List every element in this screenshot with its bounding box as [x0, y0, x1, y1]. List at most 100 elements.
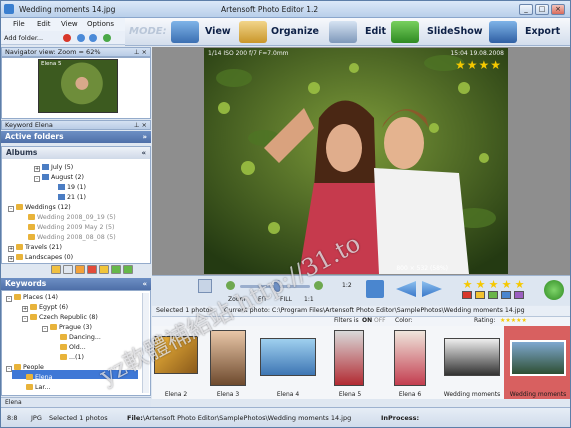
pin-icon[interactable]: ⊥ ×: [134, 48, 147, 57]
thumbnail-image: [444, 338, 500, 376]
edit-album-icon[interactable]: [75, 265, 85, 274]
photo-rating: ★★★★: [454, 58, 502, 72]
fullscreen-icon[interactable]: [366, 280, 384, 298]
tree-item[interactable]: ...(1): [60, 354, 84, 361]
zoom-one-to-one-button[interactable]: 1:1: [304, 296, 314, 303]
maximize-button[interactable]: □: [535, 4, 549, 15]
collapse-icon[interactable]: »: [142, 131, 147, 143]
delete-icon[interactable]: [63, 34, 71, 42]
photo-date: 15:04 19.08.2008: [450, 50, 504, 57]
slideshow-icon: [391, 21, 419, 43]
collapse-icon[interactable]: «: [142, 278, 147, 290]
expand-icon[interactable]: +: [22, 306, 28, 312]
tree-item[interactable]: Lar...: [26, 384, 50, 391]
pin-icon[interactable]: ⊥ ×: [134, 121, 147, 130]
tree-item[interactable]: - Prague (3): [42, 324, 92, 332]
tree-item[interactable]: 19 (1): [58, 184, 86, 191]
thumbnail-image: [260, 338, 316, 376]
rating-star-1[interactable]: ★: [462, 279, 473, 290]
collapse-icon[interactable]: -: [6, 296, 12, 302]
collapse-icon[interactable]: «: [141, 147, 146, 159]
tree-item-label: 21 (1): [67, 194, 86, 201]
folder-icon: [28, 224, 35, 230]
thumbnail[interactable]: Elena 3: [208, 328, 248, 398]
filter-on-button[interactable]: ON: [362, 317, 372, 325]
tree-item[interactable]: - August (2): [34, 174, 84, 182]
thumbnail[interactable]: Elena 5: [330, 328, 370, 398]
rating-star-5[interactable]: ★: [514, 279, 525, 290]
menu-edit[interactable]: Edit: [37, 20, 51, 28]
apply-album-icon[interactable]: [123, 265, 133, 274]
tree-item[interactable]: Wedding 2009 May 2 (5): [28, 224, 114, 231]
color-label-purple[interactable]: [514, 291, 524, 299]
keywords-header[interactable]: Keywords «: [1, 278, 151, 290]
folder-icon: [30, 314, 37, 320]
star-album-icon[interactable]: [99, 265, 109, 274]
mode-bar: MODE: View Organize Edit SlideShow Expor…: [125, 18, 570, 46]
rating-filter-stars[interactable]: ★★★★★: [500, 317, 527, 325]
new-album-icon[interactable]: [51, 265, 61, 274]
color-label-red[interactable]: [462, 291, 472, 299]
color-label-green[interactable]: [488, 291, 498, 299]
expand-icon[interactable]: +: [8, 246, 14, 252]
rating-star-3[interactable]: ★: [488, 279, 499, 290]
previous-photo-icon[interactable]: [396, 281, 416, 297]
minimize-button[interactable]: _: [519, 4, 533, 15]
back-icon[interactable]: [77, 34, 85, 42]
thumbnail[interactable]: Elena 6: [390, 328, 430, 398]
forward-icon[interactable]: [89, 34, 97, 42]
expand-icon[interactable]: +: [8, 256, 14, 262]
navigator-thumbnail[interactable]: Elena 5: [38, 59, 118, 113]
status-inprocess: InProcess:: [381, 414, 420, 422]
check-album-icon[interactable]: [111, 265, 121, 274]
active-folders-header[interactable]: Active folders »: [1, 131, 151, 143]
tree-item[interactable]: + Travels (21): [8, 244, 62, 252]
tree-item[interactable]: Old...: [60, 344, 86, 351]
filter-off-button[interactable]: OFF: [374, 317, 386, 325]
tree-item[interactable]: + Egypt (6): [22, 304, 68, 312]
app-icon: [4, 4, 14, 14]
expand-icon[interactable]: +: [34, 166, 40, 172]
folder-icon: [16, 254, 23, 260]
status-bar: 8:8 JPG Selected 1 photos File: \Artenso…: [1, 407, 570, 427]
thumbnail-selected[interactable]: Wedding moments: [506, 328, 570, 398]
collapse-icon[interactable]: -: [34, 176, 40, 182]
albums-header[interactable]: Albums «: [2, 147, 150, 159]
close-button[interactable]: ×: [551, 4, 565, 15]
refresh-icon[interactable]: [103, 34, 111, 42]
thumbnail[interactable]: Elena 4: [258, 328, 318, 398]
keyword-elena-header: Keyword Elena ⊥ ×: [1, 120, 151, 130]
menu-file[interactable]: File: [13, 20, 25, 28]
photo-viewer[interactable]: 1/14 ISO 200 f/7 F=7.0mm 15:04 19.08.200…: [152, 47, 570, 275]
color-label-blue[interactable]: [501, 291, 511, 299]
thumbnail[interactable]: Wedding moments: [442, 328, 502, 398]
rating-star-4[interactable]: ★: [501, 279, 512, 290]
mode-export-label: Export: [525, 26, 561, 37]
tree-item[interactable]: Wedding 2008_09_19 (5): [28, 214, 116, 221]
collapse-icon[interactable]: -: [42, 326, 48, 332]
status-selected: Selected 1 photos: [49, 414, 108, 422]
sub-album-icon[interactable]: [63, 265, 73, 274]
menu-options[interactable]: Options: [87, 20, 114, 28]
tree-item-selected[interactable]: Elena: [26, 374, 52, 381]
play-icon[interactable]: [544, 280, 564, 300]
tree-item[interactable]: 21 (1): [58, 194, 86, 201]
tree-item[interactable]: + July (5): [34, 164, 73, 172]
tree-item[interactable]: + Landscapes (0): [8, 254, 73, 262]
tree-item[interactable]: - Places (14): [6, 294, 58, 302]
zoom-in-icon[interactable]: [314, 281, 323, 290]
mode-label: MODE:: [129, 26, 167, 37]
color-label-yellow[interactable]: [475, 291, 485, 299]
delete-album-icon[interactable]: [87, 265, 97, 274]
tree-item[interactable]: - Weddings (12): [8, 204, 71, 212]
collapse-icon[interactable]: -: [22, 316, 28, 322]
menu-view[interactable]: View: [61, 20, 78, 28]
tree-item[interactable]: Dancing...: [60, 334, 101, 341]
rotate-icon[interactable]: [198, 279, 212, 293]
tree-item[interactable]: Wedding 2008_08_08 (5): [28, 234, 116, 241]
rating-star-2[interactable]: ★: [475, 279, 486, 290]
collapse-icon[interactable]: -: [8, 206, 14, 212]
add-folder-button[interactable]: Add folder...: [4, 34, 43, 42]
tree-item[interactable]: - Czech Republic (8): [22, 314, 98, 322]
next-photo-icon[interactable]: [422, 281, 442, 297]
